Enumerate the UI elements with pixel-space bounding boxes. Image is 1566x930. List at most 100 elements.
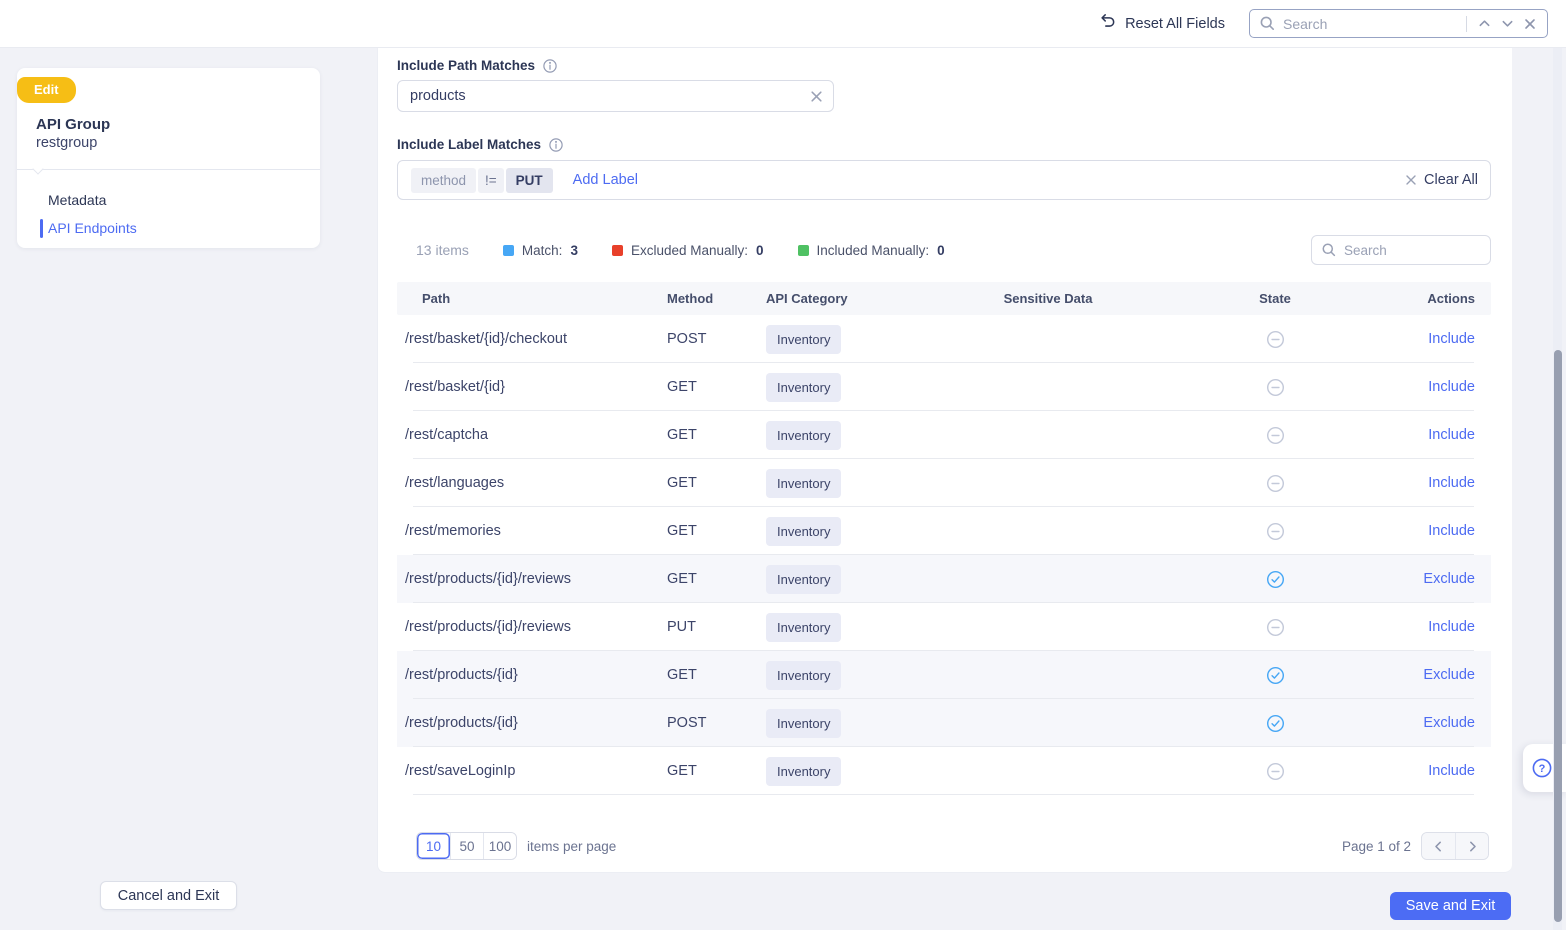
clear-path-icon[interactable]	[810, 90, 823, 103]
included-color-swatch	[797, 244, 809, 256]
svg-text:?: ?	[1539, 763, 1546, 775]
endpoint-path: /rest/products/{id}/reviews	[405, 571, 572, 587]
app-root: Reset All Fields Edit API Group restg	[0, 0, 1566, 930]
label-match-chip[interactable]: method != PUT	[411, 167, 553, 193]
api-category-badge: Inventory	[766, 372, 842, 402]
endpoint-method: GET	[667, 763, 697, 779]
include-path-matches-label: Include Path Matches	[397, 58, 536, 73]
row-action-link[interactable]: Include	[1428, 475, 1475, 491]
x-icon	[1405, 174, 1417, 186]
find-input[interactable]	[1283, 15, 1460, 32]
api-category-badge: Inventory	[766, 324, 842, 354]
endpoint-path: /rest/basket/{id}/checkout	[405, 331, 568, 347]
row-action-link[interactable]: Include	[1428, 427, 1475, 443]
divider	[1466, 15, 1467, 32]
state-minus-icon	[1266, 378, 1285, 397]
endpoint-method: GET	[667, 667, 697, 683]
endpoint-method: GET	[667, 379, 697, 395]
row-action-link[interactable]: Exclude	[1423, 715, 1475, 731]
scrollbar-track[interactable]	[1553, 48, 1562, 930]
state-check-icon	[1266, 666, 1285, 685]
table-search-box	[1311, 235, 1491, 265]
add-label-button[interactable]: Add Label	[573, 172, 638, 188]
page-size-10-button[interactable]: 10	[417, 833, 450, 859]
reset-all-fields-button[interactable]: Reset All Fields	[1098, 12, 1225, 35]
page-size-group: 10 50 100	[416, 832, 517, 860]
page-size-50-button[interactable]: 50	[450, 833, 483, 859]
table-row: /rest/products/{id}/reviews PUT Inventory I…	[397, 603, 1491, 651]
row-action-link[interactable]: Exclude	[1423, 571, 1475, 587]
api-category-badge: Inventory	[766, 468, 842, 498]
row-action-link[interactable]: Include	[1428, 523, 1475, 539]
column-header-sensitive-data: Sensitive Data	[1003, 291, 1093, 306]
api-group-title: API Group	[36, 116, 111, 133]
previous-page-button[interactable]	[1422, 833, 1455, 859]
state-minus-icon	[1266, 522, 1285, 541]
clear-all-button[interactable]: Clear All	[1405, 172, 1478, 188]
api-category-badge: Inventory	[766, 564, 842, 594]
sidebar-item-label: Metadata	[48, 192, 107, 208]
find-next-button[interactable]	[1496, 14, 1519, 33]
chip-value: PUT	[505, 167, 553, 193]
state-minus-icon	[1266, 426, 1285, 445]
include-path-input-wrap	[397, 80, 834, 112]
endpoint-path: /rest/basket/{id}	[405, 379, 505, 395]
endpoint-path: /rest/products/{id}	[405, 667, 518, 683]
api-category-badge: Inventory	[766, 708, 842, 738]
reset-all-fields-label: Reset All Fields	[1125, 15, 1225, 32]
sidebar-item-metadata[interactable]: Metadata	[17, 186, 320, 214]
clear-all-label: Clear All	[1424, 172, 1478, 188]
state-cell	[1225, 426, 1325, 445]
include-label-matches-label: Include Label Matches	[397, 137, 542, 152]
endpoint-method: POST	[667, 715, 707, 731]
api-group-name: restgroup	[36, 135, 98, 151]
table-search-input[interactable]	[1344, 242, 1482, 258]
match-color-swatch	[502, 244, 514, 256]
sidebar-item-api-endpoints[interactable]: API Endpoints	[17, 214, 320, 242]
divider	[17, 163, 320, 175]
label-matches-box: method != PUT Add Label Clear All	[397, 160, 1491, 200]
undo-icon	[1098, 12, 1117, 35]
endpoint-path: /rest/memories	[405, 523, 501, 539]
active-indicator	[40, 219, 43, 238]
row-action-link[interactable]: Exclude	[1423, 667, 1475, 683]
sidebar-item-label: API Endpoints	[48, 220, 137, 236]
state-legend: Match: 3 Excluded Manually: 0 Included M…	[502, 243, 945, 258]
find-prev-button[interactable]	[1473, 14, 1496, 33]
state-check-icon	[1266, 570, 1285, 589]
table-row: /rest/basket/{id} GET Inventory Include	[397, 363, 1491, 411]
row-action-link[interactable]: Include	[1428, 331, 1475, 347]
topbar: Reset All Fields	[0, 0, 1566, 48]
row-action-link[interactable]: Include	[1428, 763, 1475, 779]
info-icon[interactable]	[549, 137, 563, 152]
endpoint-method: GET	[667, 427, 697, 443]
table-row: /rest/products/{id} GET Inventory Exclude	[397, 651, 1491, 699]
find-close-button[interactable]	[1519, 15, 1541, 33]
row-action-link[interactable]: Include	[1428, 379, 1475, 395]
state-cell	[1225, 714, 1325, 733]
endpoint-path: /rest/languages	[405, 475, 505, 491]
endpoint-method: PUT	[667, 619, 696, 635]
save-and-exit-button[interactable]: Save and Exit	[1390, 892, 1511, 920]
items-per-page-label: items per page	[527, 838, 617, 854]
include-path-input[interactable]	[410, 88, 810, 104]
api-category-badge: Inventory	[766, 420, 842, 450]
info-icon[interactable]	[543, 58, 557, 73]
search-icon	[1321, 242, 1337, 258]
chip-key: method	[411, 167, 477, 193]
cancel-and-exit-button[interactable]: Cancel and Exit	[100, 881, 237, 910]
page-indicator: Page 1 of 2	[1341, 838, 1411, 854]
column-header-actions: Actions	[1427, 291, 1475, 306]
state-cell	[1225, 474, 1325, 493]
table-row: /rest/captcha GET Inventory Include	[397, 411, 1491, 459]
next-page-button[interactable]	[1455, 833, 1488, 859]
scrollbar-thumb[interactable]	[1553, 350, 1562, 922]
row-action-link[interactable]: Include	[1428, 619, 1475, 635]
api-group-card: Edit API Group restgroup Metadata API En…	[17, 68, 320, 248]
search-icon	[1259, 15, 1276, 32]
table-summary-row: 13 items Match: 3 Excluded Manually: 0 I…	[397, 235, 1491, 265]
state-cell	[1225, 330, 1325, 349]
api-category-badge: Inventory	[766, 516, 842, 546]
page-size-100-button[interactable]: 100	[483, 833, 516, 859]
edit-mode-badge: Edit	[17, 77, 76, 103]
